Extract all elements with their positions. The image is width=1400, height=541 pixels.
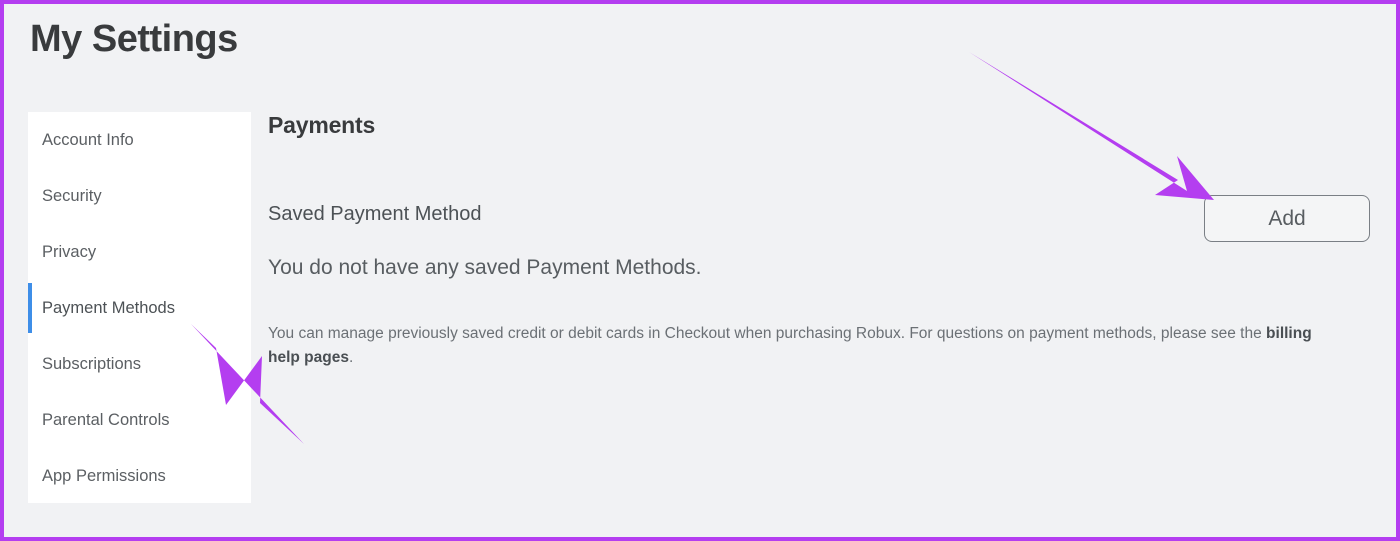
page-title: My Settings xyxy=(30,18,238,60)
settings-page: My Settings Account Info Security Privac… xyxy=(0,0,1400,541)
sidebar-item-label: Privacy xyxy=(42,242,97,261)
sidebar-item-privacy[interactable]: Privacy xyxy=(28,224,251,280)
saved-payment-method-row: Saved Payment Method Add xyxy=(268,195,1370,242)
sidebar-item-account-info[interactable]: Account Info xyxy=(28,112,251,168)
add-payment-method-button[interactable]: Add xyxy=(1204,195,1370,242)
sidebar-item-security[interactable]: Security xyxy=(28,168,251,224)
sidebar-item-label: App Permissions xyxy=(42,466,166,485)
sidebar-item-label: Security xyxy=(42,186,102,205)
help-note: You can manage previously saved credit o… xyxy=(268,322,1324,370)
payments-panel: Payments Saved Payment Method Add You do… xyxy=(268,112,1370,370)
sidebar-item-subscriptions[interactable]: Subscriptions xyxy=(28,336,251,392)
subsection-title: Saved Payment Method xyxy=(268,203,482,225)
sidebar-item-app-permissions[interactable]: App Permissions xyxy=(28,448,251,504)
sidebar-item-payment-methods[interactable]: Payment Methods xyxy=(28,280,251,336)
sidebar-item-parental-controls[interactable]: Parental Controls xyxy=(28,392,251,448)
section-title: Payments xyxy=(268,112,376,138)
sidebar-item-label: Subscriptions xyxy=(42,354,142,373)
help-note-prefix: You can manage previously saved credit o… xyxy=(268,325,1267,342)
active-indicator xyxy=(28,283,32,333)
sidebar-item-label: Parental Controls xyxy=(42,410,170,429)
settings-sidebar: Account Info Security Privacy Payment Me… xyxy=(28,112,251,503)
sidebar-item-label: Account Info xyxy=(42,130,134,149)
help-note-suffix: . xyxy=(348,349,354,367)
sidebar-item-label: Payment Methods xyxy=(42,298,175,317)
empty-state-message: You do not have any saved Payment Method… xyxy=(268,256,702,279)
